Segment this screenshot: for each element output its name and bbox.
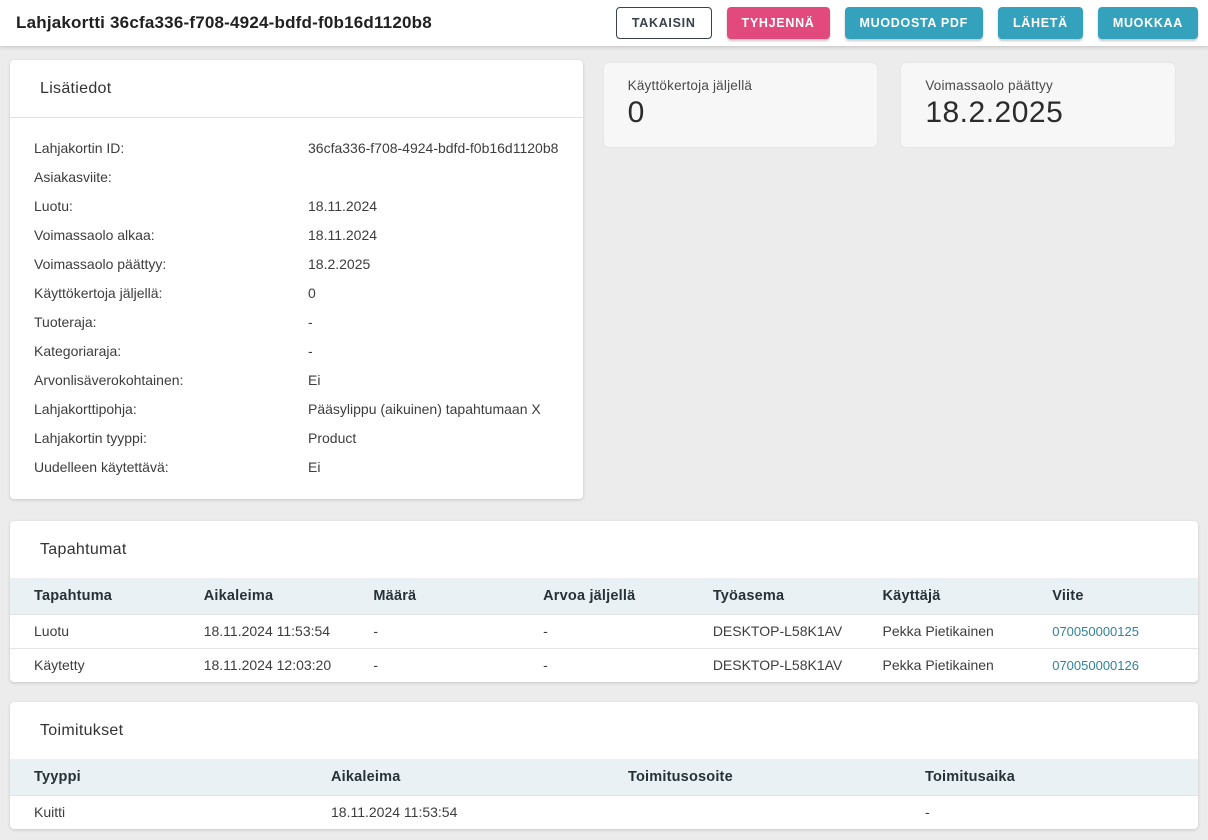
detail-row: Voimassaolo alkaa: 18.11.2024: [34, 220, 559, 249]
detail-row: Asiakasviite:: [34, 162, 559, 191]
column-header: Määrä: [349, 578, 519, 614]
column-header: Tapahtuma: [10, 578, 180, 614]
column-header: Viite: [1028, 578, 1198, 614]
details-card-title: Lisätiedot: [10, 60, 583, 118]
delivery-type-cell: Kuitti: [10, 795, 307, 829]
table-row: Luotu 18.11.2024 11:53:54 - - DESKTOP-L5…: [10, 614, 1198, 648]
app-bar: Lahjakortti 36cfa336-f708-4924-bdfd-f0b1…: [0, 0, 1208, 46]
table-row: Kuitti 18.11.2024 11:53:54 -: [10, 795, 1198, 829]
detail-row: Käyttökertoja jäljellä: 0: [34, 278, 559, 307]
amount-cell: -: [349, 648, 519, 682]
detail-row: Luotu: 18.11.2024: [34, 191, 559, 220]
toolbar: TAKAISIN TYHJENNÄ MUODOSTA PDF LÄHETÄ MU…: [616, 7, 1200, 39]
stat-label: Voimassaolo päättyy: [925, 78, 1151, 93]
detail-row: Arvonlisäverokohtainen: Ei: [34, 365, 559, 394]
column-header: Aikaleima: [180, 578, 350, 614]
timestamp-cell: 18.11.2024 12:03:20: [180, 648, 350, 682]
timestamp-cell: 18.11.2024 11:53:54: [180, 614, 350, 648]
detail-value: Ei: [308, 372, 559, 388]
stat-card-uses-remaining: Käyttökertoja jäljellä 0: [603, 62, 879, 148]
deliveries-card-title: Toimitukset: [10, 702, 1198, 759]
delivery-address-cell: [604, 795, 901, 829]
detail-row: Voimassaolo päättyy: 18.2.2025: [34, 249, 559, 278]
clear-button[interactable]: TYHJENNÄ: [727, 7, 830, 39]
detail-row: Kategoriaraja: -: [34, 336, 559, 365]
user-cell: Pekka Pietikainen: [859, 614, 1029, 648]
top-section: Lisätiedot Lahjakortin ID: 36cfa336-f708…: [10, 60, 1198, 499]
column-header: Työasema: [689, 578, 859, 614]
deliveries-table: Tyyppi Aikaleima Toimitusosoite Toimitus…: [10, 759, 1198, 829]
event-type-cell: Käytetty: [10, 648, 180, 682]
stat-label: Käyttökertoja jäljellä: [628, 78, 854, 93]
detail-label: Luotu:: [34, 198, 308, 214]
events-card-title: Tapahtumat: [10, 521, 1198, 578]
detail-value: -: [308, 343, 559, 359]
page-title: Lahjakortti 36cfa336-f708-4924-bdfd-f0b1…: [16, 13, 616, 33]
detail-label: Käyttökertoja jäljellä:: [34, 285, 308, 301]
detail-value: Ei: [308, 459, 559, 475]
detail-label: Lahjakorttipohja:: [34, 401, 308, 417]
detail-label: Voimassaolo alkaa:: [34, 227, 308, 243]
detail-row: Lahjakorttipohja: Pääsylippu (aikuinen) …: [34, 394, 559, 423]
deliveries-header-row: Tyyppi Aikaleima Toimitusosoite Toimitus…: [10, 759, 1198, 795]
detail-row: Lahjakortin ID: 36cfa336-f708-4924-bdfd-…: [34, 133, 559, 162]
detail-label: Arvonlisäverokohtainen:: [34, 372, 308, 388]
column-header: Arvoa jäljellä: [519, 578, 689, 614]
detail-label: Lahjakortin ID:: [34, 140, 308, 156]
detail-label: Tuoteraja:: [34, 314, 308, 330]
detail-value: 36cfa336-f708-4924-bdfd-f0b16d1120b8: [308, 140, 559, 156]
column-header: Toimitusaika: [901, 759, 1198, 795]
details-rows: Lahjakortin ID: 36cfa336-f708-4924-bdfd-…: [10, 118, 583, 499]
detail-row: Lahjakortin tyyppi: Product: [34, 423, 559, 452]
delivery-time-cell: -: [901, 795, 1198, 829]
detail-value: 18.11.2024: [308, 198, 559, 214]
detail-label: Lahjakortin tyyppi:: [34, 430, 308, 446]
value-left-cell: -: [519, 614, 689, 648]
workstation-cell: DESKTOP-L58K1AV: [689, 614, 859, 648]
event-type-cell: Luotu: [10, 614, 180, 648]
detail-value: -: [308, 314, 559, 330]
value-left-cell: -: [519, 648, 689, 682]
reference-link[interactable]: 070050000126: [1052, 658, 1139, 673]
detail-label: Asiakasviite:: [34, 169, 308, 185]
send-button[interactable]: LÄHETÄ: [998, 7, 1083, 39]
details-card: Lisätiedot Lahjakortin ID: 36cfa336-f708…: [10, 60, 583, 499]
stat-value: 0: [628, 96, 854, 130]
detail-value: Pääsylippu (aikuinen) tapahtumaan X: [308, 401, 559, 417]
column-header: Käyttäjä: [859, 578, 1029, 614]
events-header-row: Tapahtuma Aikaleima Määrä Arvoa jäljellä…: [10, 578, 1198, 614]
page-content: Lisätiedot Lahjakortin ID: 36cfa336-f708…: [0, 46, 1208, 829]
reference-cell: 070050000126: [1028, 648, 1198, 682]
back-button[interactable]: TAKAISIN: [616, 7, 712, 39]
column-header: Toimitusosoite: [604, 759, 901, 795]
detail-value: 0: [308, 285, 559, 301]
detail-row: Uudelleen käytettävä: Ei: [34, 452, 559, 481]
deliveries-card: Toimitukset Tyyppi Aikaleima Toimitusoso…: [10, 702, 1198, 829]
user-cell: Pekka Pietikainen: [859, 648, 1029, 682]
detail-value: 18.2.2025: [308, 256, 559, 272]
events-card: Tapahtumat Tapahtuma Aikaleima Määrä Arv…: [10, 521, 1198, 682]
reference-cell: 070050000125: [1028, 614, 1198, 648]
detail-value: 18.11.2024: [308, 227, 559, 243]
reference-link[interactable]: 070050000125: [1052, 624, 1139, 639]
detail-row: Tuoteraja: -: [34, 307, 559, 336]
column-header: Aikaleima: [307, 759, 604, 795]
events-table: Tapahtuma Aikaleima Määrä Arvoa jäljellä…: [10, 578, 1198, 682]
generate-pdf-button[interactable]: MUODOSTA PDF: [845, 7, 983, 39]
stat-card-validity-ends: Voimassaolo päättyy 18.2.2025: [900, 62, 1176, 148]
detail-label: Uudelleen käytettävä:: [34, 459, 308, 475]
detail-label: Voimassaolo päättyy:: [34, 256, 308, 272]
stat-value: 18.2.2025: [925, 96, 1151, 130]
column-header: Tyyppi: [10, 759, 307, 795]
detail-label: Kategoriaraja:: [34, 343, 308, 359]
table-row: Käytetty 18.11.2024 12:03:20 - - DESKTOP…: [10, 648, 1198, 682]
detail-value: Product: [308, 430, 559, 446]
workstation-cell: DESKTOP-L58K1AV: [689, 648, 859, 682]
timestamp-cell: 18.11.2024 11:53:54: [307, 795, 604, 829]
edit-button[interactable]: MUOKKAA: [1098, 7, 1198, 39]
amount-cell: -: [349, 614, 519, 648]
